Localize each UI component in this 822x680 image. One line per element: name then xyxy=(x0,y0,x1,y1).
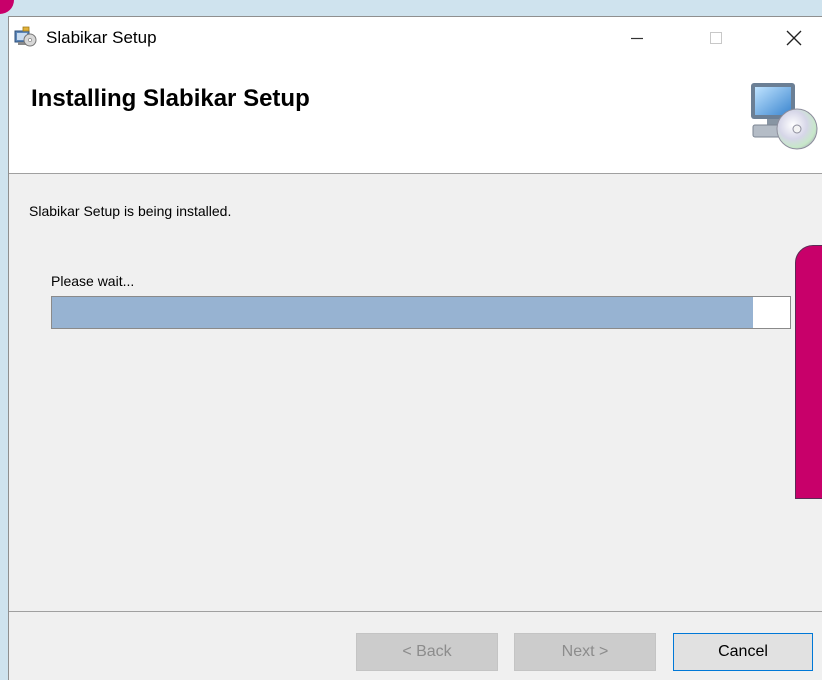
install-progress-bar xyxy=(51,296,791,329)
close-button[interactable] xyxy=(771,17,817,59)
installer-icon xyxy=(14,26,37,47)
corner-marker xyxy=(0,0,14,14)
setup-window: Slabikar Setup Installing Slabikar Setup xyxy=(8,16,822,680)
callout-overlay xyxy=(795,245,822,499)
close-icon xyxy=(786,30,802,46)
window-title: Slabikar Setup xyxy=(46,28,157,47)
minimize-button[interactable] xyxy=(614,17,660,59)
header-banner: Installing Slabikar Setup xyxy=(9,59,822,174)
maximize-button[interactable] xyxy=(693,17,739,59)
computer-disc-icon xyxy=(751,83,818,150)
title-bar[interactable]: Slabikar Setup xyxy=(9,17,822,59)
please-wait-label: Please wait... xyxy=(51,273,135,289)
next-button[interactable]: Next > xyxy=(514,633,656,671)
maximize-icon xyxy=(710,32,722,44)
install-status-text: Slabikar Setup is being installed. xyxy=(29,203,232,219)
progress-fill xyxy=(52,297,754,328)
back-button[interactable]: < Back xyxy=(356,633,498,671)
page-title: Installing Slabikar Setup xyxy=(31,85,310,112)
screenshot-stage: Slabikar Setup Installing Slabikar Setup xyxy=(0,0,822,680)
cancel-button[interactable]: Cancel xyxy=(673,633,813,671)
minimize-icon xyxy=(631,37,643,40)
footer-divider xyxy=(9,611,822,612)
